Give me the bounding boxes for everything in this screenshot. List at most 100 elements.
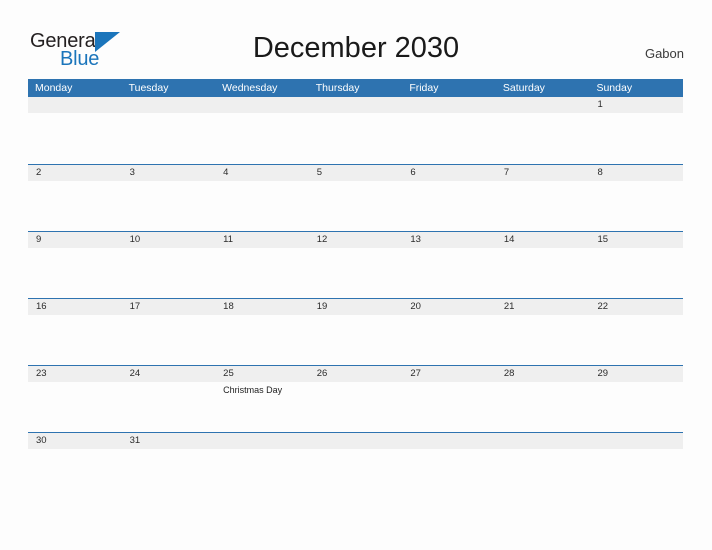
day-number-empty (215, 97, 309, 113)
day-cell (28, 449, 122, 499)
day-cell (122, 113, 216, 163)
day-number-14[interactable]: 14 (496, 232, 590, 248)
day-number-11[interactable]: 11 (215, 232, 309, 248)
weekday-header-row: Monday Tuesday Wednesday Thursday Friday Satu… (28, 79, 683, 97)
day-cell (309, 248, 403, 298)
day-number-empty (215, 433, 309, 449)
day-number-12[interactable]: 12 (309, 232, 403, 248)
day-cell (402, 248, 496, 298)
day-cell (402, 449, 496, 499)
week-number-band: 1 (28, 97, 683, 113)
calendar-table: Monday Tuesday Wednesday Thursday Friday Satu… (28, 79, 683, 499)
day-number-1[interactable]: 1 (589, 97, 683, 113)
day-number-empty (28, 97, 122, 113)
day-cell (589, 315, 683, 365)
weekday-header-friday: Friday (409, 82, 439, 94)
day-cell (122, 248, 216, 298)
day-number-empty (402, 97, 496, 113)
day-cell (589, 113, 683, 163)
day-number-30[interactable]: 30 (28, 433, 122, 449)
weekday-header-monday: Monday (35, 82, 73, 94)
week-events-band (28, 449, 683, 499)
day-number-empty (402, 433, 496, 449)
week-number-band: 30 31 (28, 433, 683, 449)
day-cell (496, 315, 590, 365)
day-number-4[interactable]: 4 (215, 165, 309, 181)
day-cell (402, 382, 496, 432)
page-header: General Blue December 2030 Gabon (0, 0, 712, 78)
day-number-21[interactable]: 21 (496, 299, 590, 315)
day-number-20[interactable]: 20 (402, 299, 496, 315)
day-number-10[interactable]: 10 (122, 232, 216, 248)
country-label: Gabon (644, 46, 684, 61)
day-number-28[interactable]: 28 (496, 366, 590, 382)
day-number-15[interactable]: 15 (589, 232, 683, 248)
day-number-empty (589, 433, 683, 449)
day-number-13[interactable]: 13 (402, 232, 496, 248)
weekday-header-thursday: Thursday (315, 82, 360, 94)
day-cell (589, 181, 683, 231)
day-cell (496, 449, 590, 499)
day-number-2[interactable]: 2 (28, 165, 122, 181)
day-number-empty (309, 433, 403, 449)
day-number-24[interactable]: 24 (122, 366, 216, 382)
day-number-25[interactable]: 25 (215, 366, 309, 382)
calendar-week-row: 2345678 (28, 164, 683, 231)
day-number-19[interactable]: 19 (309, 299, 403, 315)
day-cell (215, 315, 309, 365)
weekday-header-saturday: Saturday (502, 82, 545, 94)
week-events-band (28, 315, 683, 365)
day-cell (122, 181, 216, 231)
day-number-5[interactable]: 5 (309, 165, 403, 181)
day-cell (402, 113, 496, 163)
calendar-week-row: 9 10 11 12 13 14 15 (28, 231, 683, 298)
day-cell (28, 248, 122, 298)
day-number-23[interactable]: 23 (28, 366, 122, 382)
day-cell (309, 181, 403, 231)
weekday-header-wednesday: Wednesday (222, 82, 278, 94)
calendar-page: General Blue December 2030 Gabon Monday T… (0, 0, 712, 550)
day-number-9[interactable]: 9 (28, 232, 122, 248)
day-cell (215, 248, 309, 298)
day-number-8[interactable]: 8 (589, 165, 683, 181)
day-number-27[interactable]: 27 (402, 366, 496, 382)
calendar-week-row: 23 24 25 26 27 28 29 Christmas Day (28, 365, 683, 432)
week-number-band: 23 24 25 26 27 28 29 (28, 366, 683, 382)
day-number-22[interactable]: 22 (589, 299, 683, 315)
day-number-6[interactable]: 6 (402, 165, 496, 181)
weekday-header-tuesday: Tuesday (128, 82, 169, 94)
day-number-26[interactable]: 26 (309, 366, 403, 382)
week-events-band (28, 181, 683, 231)
day-number-16[interactable]: 16 (28, 299, 122, 315)
day-cell[interactable]: Christmas Day (215, 382, 309, 432)
day-number-empty (122, 97, 216, 113)
calendar-week-row: 16 17 18 19 20 21 22 (28, 298, 683, 365)
day-cell (215, 449, 309, 499)
day-number-empty (496, 97, 590, 113)
weekday-header-sunday: Sunday (596, 82, 633, 94)
day-number-7[interactable]: 7 (496, 165, 590, 181)
day-number-17[interactable]: 17 (122, 299, 216, 315)
day-cell (28, 181, 122, 231)
day-cell (309, 113, 403, 163)
day-number-18[interactable]: 18 (215, 299, 309, 315)
week-events-band (28, 113, 683, 163)
day-cell (215, 181, 309, 231)
day-cell (28, 315, 122, 365)
day-number-31[interactable]: 31 (122, 433, 216, 449)
week-number-band: 16 17 18 19 20 21 22 (28, 299, 683, 315)
day-cell (589, 449, 683, 499)
day-event-label: Christmas Day (223, 385, 283, 395)
day-cell (122, 382, 216, 432)
calendar-week-row: 30 31 (28, 432, 683, 499)
day-number-29[interactable]: 29 (589, 366, 683, 382)
day-cell (309, 382, 403, 432)
week-number-band: 2345678 (28, 165, 683, 181)
week-events-band (28, 248, 683, 298)
day-number-3[interactable]: 3 (122, 165, 216, 181)
week-events-band: Christmas Day (28, 382, 683, 432)
day-cell (496, 382, 590, 432)
day-cell (215, 113, 309, 163)
page-title: December 2030 (252, 32, 460, 64)
calendar-week-row: 1 (28, 97, 683, 164)
